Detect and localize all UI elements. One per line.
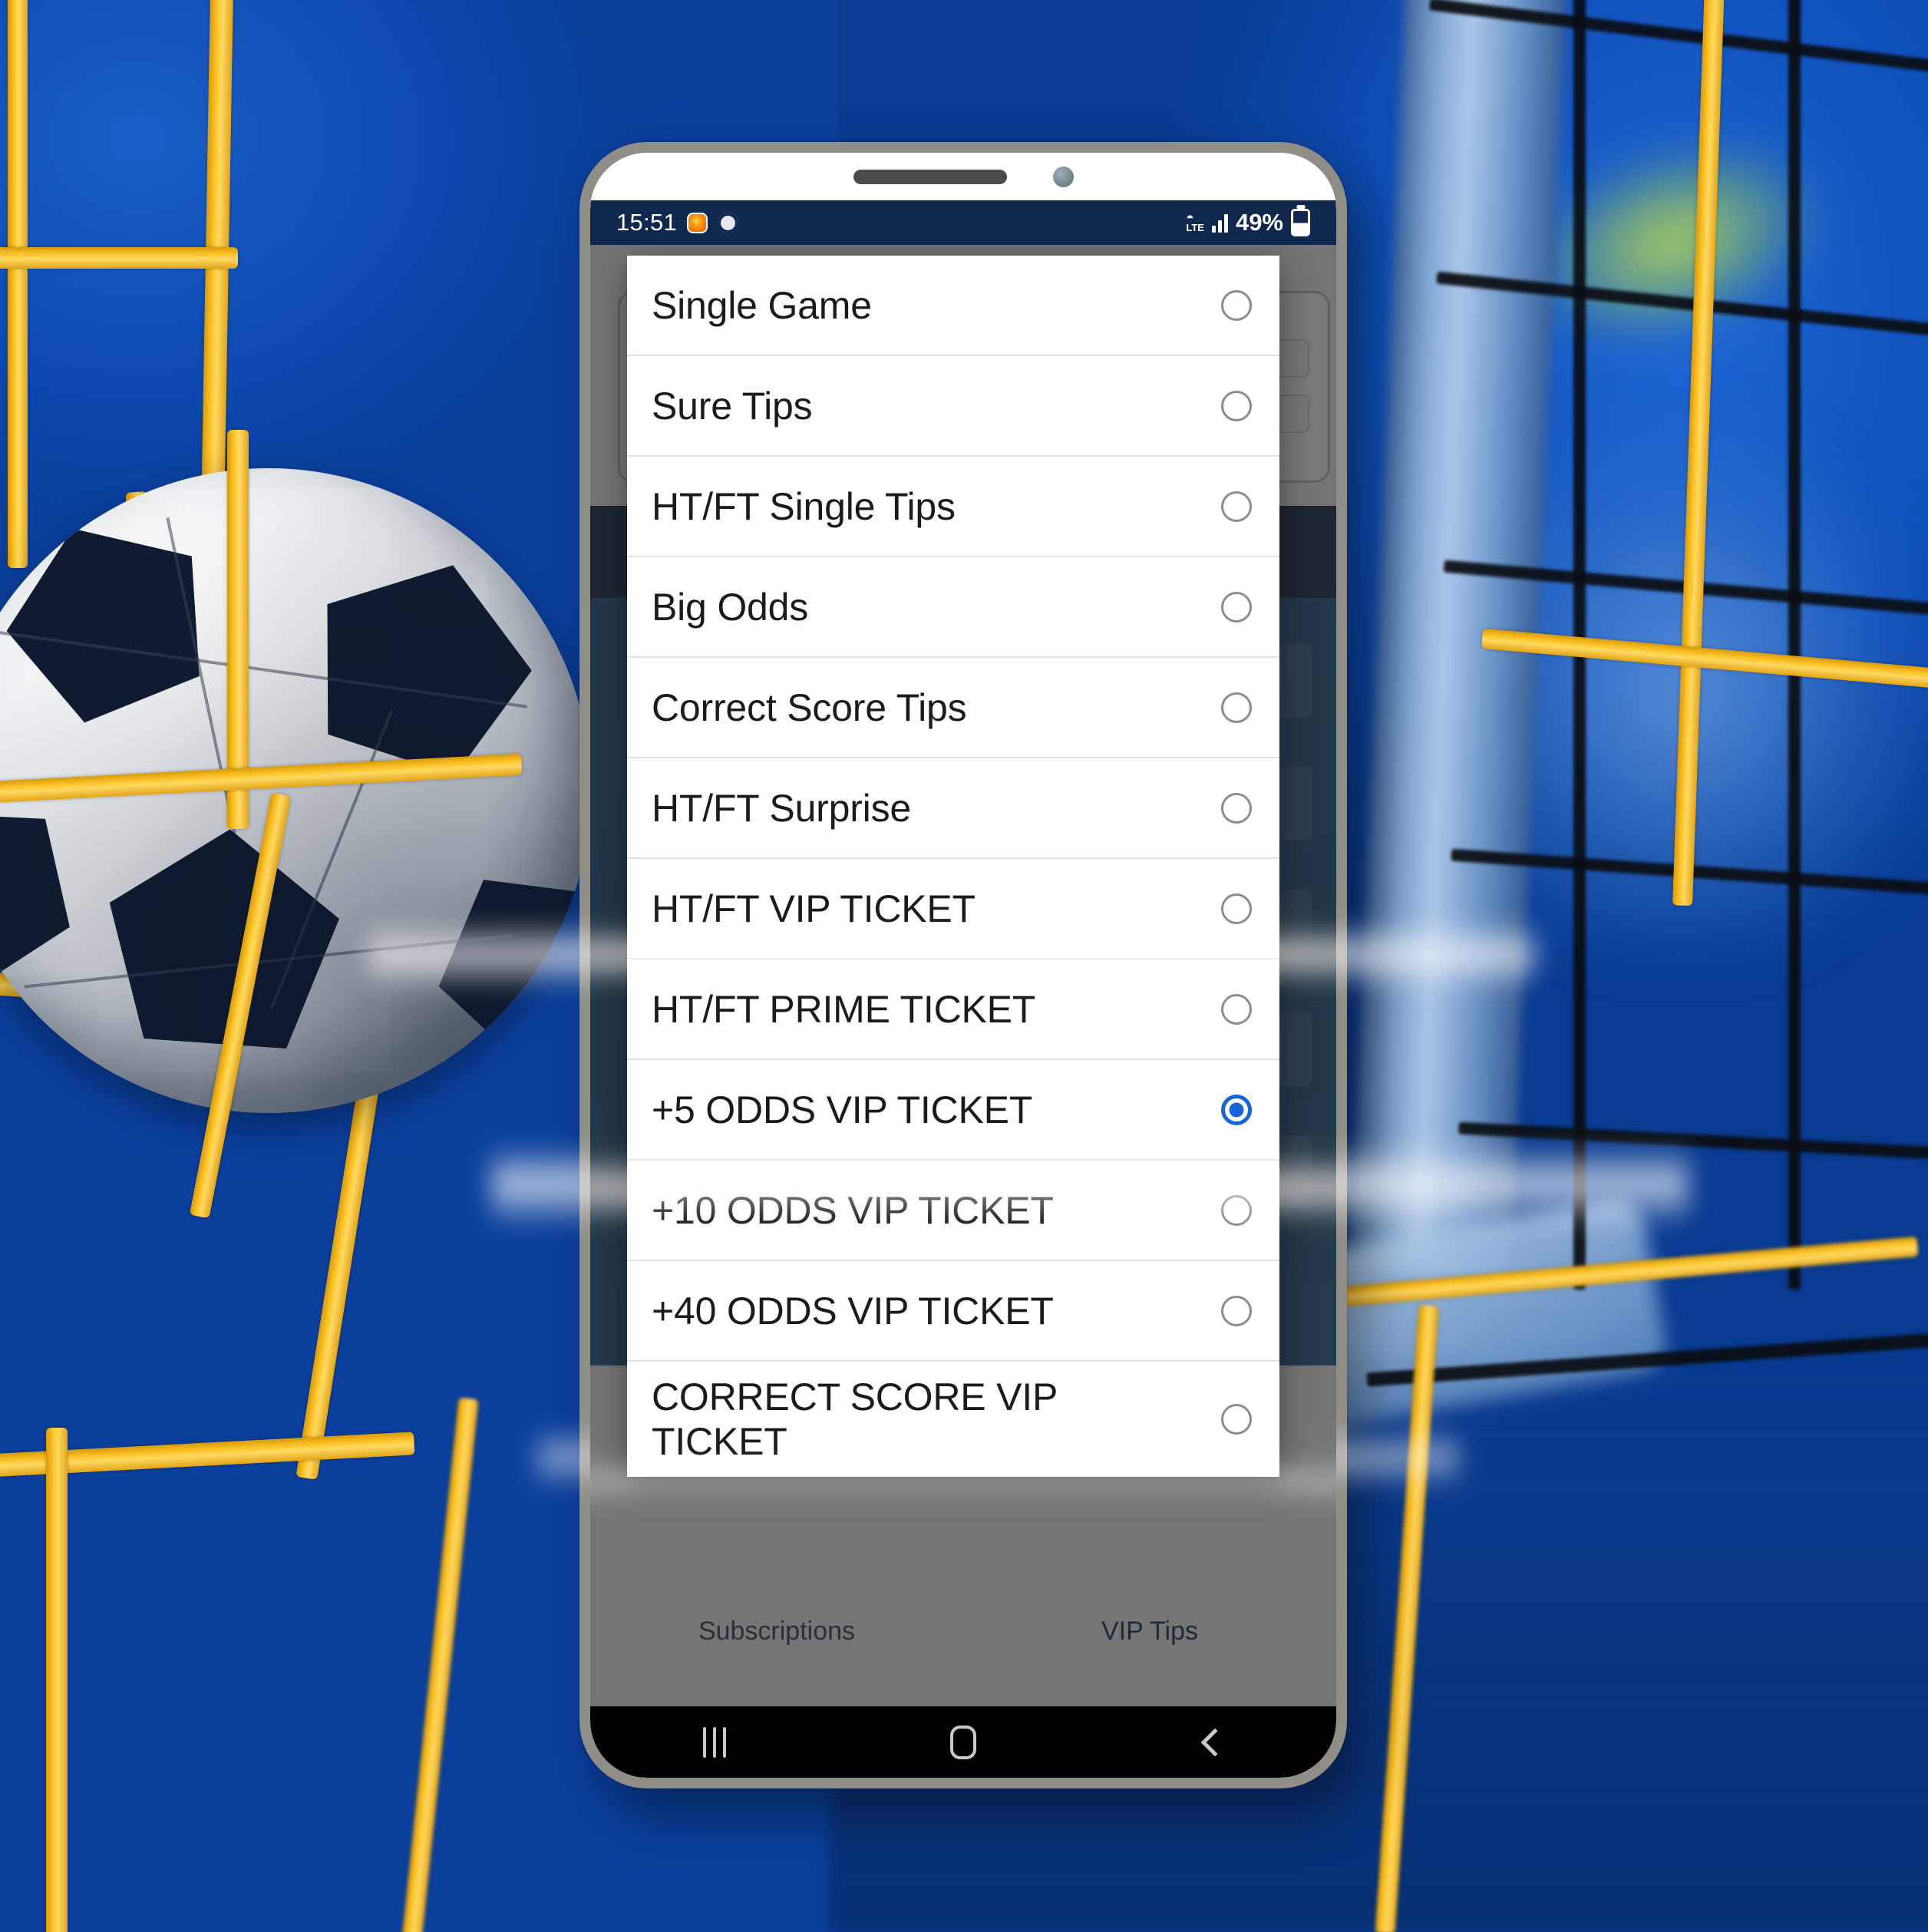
radio-button-icon[interactable] — [1221, 692, 1252, 723]
radio-button-icon[interactable] — [1221, 1295, 1252, 1326]
status-bar-clock: 15:51 — [616, 209, 678, 236]
home-button[interactable] — [839, 1706, 1088, 1778]
dropdown-item-htft-prime-ticket[interactable]: HT/FT PRIME TICKET — [627, 959, 1279, 1060]
status-bar-left: 15:51 — [616, 209, 739, 236]
radio-button-icon[interactable] — [1221, 289, 1252, 321]
back-chevron-icon — [1200, 1728, 1230, 1756]
dropdown-item-label: Big Odds — [652, 585, 809, 629]
dropdown-item-label: +40 ODDS VIP TICKET — [652, 1289, 1054, 1333]
dropdown-item-label: Correct Score Tips — [652, 685, 967, 729]
dropdown-item-label: HT/FT VIP TICKET — [652, 887, 976, 930]
lte-signal-icon: ◓ LTE — [1186, 210, 1204, 234]
earpiece-speaker-icon — [853, 169, 1007, 184]
black-net-line — [1788, 0, 1801, 1290]
cellular-signal-icon — [1211, 213, 1228, 233]
dropdown-item-big-odds[interactable]: Big Odds — [627, 557, 1279, 658]
radio-button-icon[interactable] — [1221, 390, 1252, 421]
dropdown-item-correct-score-tips[interactable]: Correct Score Tips — [627, 658, 1279, 758]
dropdown-item-label: +10 ODDS VIP TICKET — [652, 1188, 1054, 1232]
radio-button-selected-icon[interactable] — [1221, 1094, 1252, 1125]
dropdown-item-label: CORRECT SCORE VIP TICKET — [652, 1376, 1058, 1463]
dropdown-item-label: Sure Tips — [652, 384, 813, 428]
net-rope-horizontal — [0, 247, 238, 269]
grey-app-notification-icon — [718, 212, 739, 233]
status-bar: 15:51 ◓ LTE 49% — [590, 200, 1336, 245]
recents-button[interactable] — [590, 1706, 839, 1778]
back-button[interactable] — [1088, 1706, 1336, 1778]
net-rope-vertical — [8, 0, 28, 568]
dropdown-item-label: HT/FT PRIME TICKET — [652, 987, 1036, 1031]
radio-button-icon[interactable] — [1221, 993, 1252, 1025]
dropdown-item-correct-score-vip-ticket[interactable]: CORRECT SCORE VIP TICKET — [627, 1362, 1279, 1477]
dropdown-item-label: +5 ODDS VIP TICKET — [652, 1088, 1033, 1131]
phone-notch — [590, 153, 1336, 200]
phone-device: Subscriptions VIP Tips 15:51 ◓ LTE — [579, 142, 1347, 1788]
net-rope-vertical — [46, 1428, 68, 1932]
recents-icon — [703, 1726, 726, 1758]
dropdown-item-plus40-odds-vip-ticket[interactable]: +40 ODDS VIP TICKET — [627, 1261, 1279, 1362]
android-navigation-bar — [590, 1706, 1336, 1778]
radio-button-icon[interactable] — [1221, 792, 1252, 824]
orange-app-notification-icon — [687, 212, 708, 233]
radio-button-icon[interactable] — [1221, 1404, 1252, 1435]
phone-screen-area: Subscriptions VIP Tips 15:51 ◓ LTE — [590, 153, 1336, 1778]
radio-button-icon[interactable] — [1221, 591, 1252, 623]
dropdown-item-sure-tips[interactable]: Sure Tips — [627, 356, 1279, 457]
dropdown-item-htft-single-tips[interactable]: HT/FT Single Tips — [627, 457, 1279, 557]
dropdown-item-single-game[interactable]: Single Game — [627, 256, 1279, 356]
front-camera-icon — [1052, 166, 1074, 187]
home-icon — [950, 1725, 976, 1759]
tip-category-dropdown[interactable]: Single Game Sure Tips HT/FT Single Tips … — [627, 256, 1279, 1477]
dropdown-item-plus5-odds-vip-ticket[interactable]: +5 ODDS VIP TICKET — [627, 1060, 1279, 1161]
radio-button-icon[interactable] — [1221, 893, 1252, 924]
battery-percent-label: 49% — [1235, 209, 1283, 236]
dropdown-item-htft-vip-ticket[interactable]: HT/FT VIP TICKET — [627, 859, 1279, 959]
dropdown-item-label: HT/FT Single Tips — [652, 484, 956, 528]
dropdown-item-htft-surprise[interactable]: HT/FT Surprise — [627, 758, 1279, 859]
status-bar-right: ◓ LTE 49% — [1186, 209, 1310, 236]
radio-button-icon[interactable] — [1221, 1194, 1252, 1226]
radio-button-icon[interactable] — [1221, 490, 1252, 522]
screen-content: Subscriptions VIP Tips 15:51 ◓ LTE — [590, 200, 1336, 1728]
dropdown-item-label: HT/FT Surprise — [652, 786, 911, 830]
battery-icon — [1291, 209, 1310, 236]
dropdown-item-plus10-odds-vip-ticket[interactable]: +10 ODDS VIP TICKET — [627, 1161, 1279, 1261]
dropdown-item-label: Single Game — [652, 283, 872, 327]
